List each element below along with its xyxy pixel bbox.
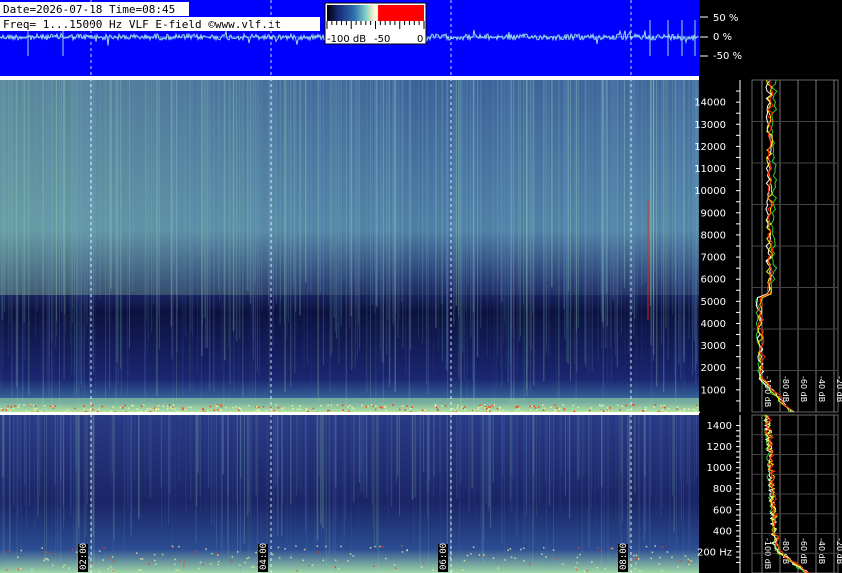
frequency-tick-label: 7000 bbox=[701, 253, 726, 264]
frequency-tick-label: 600 bbox=[713, 505, 732, 516]
spectrogram-top bbox=[0, 80, 700, 414]
vlf-figure: Date=2026-07-18 Time=08:45 Freq= 1...150… bbox=[0, 0, 842, 573]
frequency-tick-label: 14000 bbox=[694, 98, 726, 109]
frequency-tick-label: 800 bbox=[713, 484, 732, 495]
profile-db-label: -20 dB bbox=[835, 376, 842, 402]
frequency-tick-label: 10000 bbox=[694, 186, 726, 197]
spectrogram-bottom bbox=[0, 415, 699, 573]
spectrum-profile-top: -100 dB -80 dB -60 dB -40 dB -20 dB bbox=[751, 79, 842, 413]
separator-bar bbox=[0, 76, 699, 80]
waveform-label-minus50: -50 % bbox=[713, 51, 742, 62]
profile-db-label: -20 dB bbox=[835, 538, 842, 564]
waveform-label-50: 50 % bbox=[713, 13, 738, 24]
frequency-axis-bottom: 200 Hz 400 600 800 1000 1200 1400 bbox=[697, 415, 741, 573]
frequency-tick-label: 3000 bbox=[701, 341, 726, 352]
time-tick-label: 02:00 bbox=[79, 543, 89, 570]
colorbar: -100 dB -50 0 bbox=[324, 2, 427, 45]
vlf-spectrogram-screen: Date=2026-07-18 Time=08:45 Freq= 1...150… bbox=[0, 0, 842, 573]
frequency-tick-label: 1400 bbox=[707, 421, 732, 432]
frequency-tick-label: 2000 bbox=[701, 363, 726, 374]
frequency-tick-label: 6000 bbox=[701, 275, 726, 286]
frequency-tick-label: 1200 bbox=[707, 442, 732, 453]
spectrum-profile-bottom: -100 dB -80 dB -60 dB -40 dB -20 dB bbox=[751, 414, 842, 573]
colorbar-gradient bbox=[327, 5, 424, 21]
frequency-tick-label: 5000 bbox=[701, 297, 726, 308]
colorbar-label-max: 0 bbox=[417, 34, 423, 45]
frequency-tick-label: 12000 bbox=[694, 142, 726, 153]
frequency-tick-label: 1000 bbox=[707, 463, 732, 474]
profile-db-label: -60 dB bbox=[799, 376, 808, 402]
frequency-tick-label: 13000 bbox=[694, 120, 726, 131]
profile-db-label: -40 dB bbox=[817, 376, 826, 402]
frequency-axis-top: 1000 2000 3000 4000 5000 6000 7000 8000 9000 1000… bbox=[694, 80, 741, 412]
frequency-tick-label: 4000 bbox=[701, 319, 726, 330]
colorbar-label-min: -100 dB bbox=[327, 34, 366, 45]
frequency-tick-label: 9000 bbox=[701, 208, 726, 219]
time-tick-label: 08:00 bbox=[619, 543, 629, 570]
profile-db-label: -60 dB bbox=[799, 538, 808, 564]
waveform-label-0: 0 % bbox=[713, 32, 732, 43]
time-tick-label: 06:00 bbox=[439, 543, 449, 570]
profile-db-label: -40 dB bbox=[817, 538, 826, 564]
profile-db-label: -80 dB bbox=[781, 376, 790, 402]
header-freq-info: Freq= 1...15000 Hz VLF E-field ©www.vlf.… bbox=[3, 18, 281, 31]
frequency-tick-label: 1000 bbox=[701, 385, 726, 396]
panel-separator bbox=[0, 412, 699, 415]
frequency-tick-label: 11000 bbox=[694, 164, 726, 175]
header-date-time: Date=2026-07-18 Time=08:45 bbox=[3, 3, 175, 16]
frequency-tick-label: 400 bbox=[713, 526, 732, 537]
frequency-tick-label: 8000 bbox=[701, 230, 726, 241]
colorbar-label-mid: -50 bbox=[374, 34, 390, 45]
time-tick-label: 04:00 bbox=[259, 543, 269, 570]
frequency-tick-label: 200 Hz bbox=[697, 547, 732, 558]
